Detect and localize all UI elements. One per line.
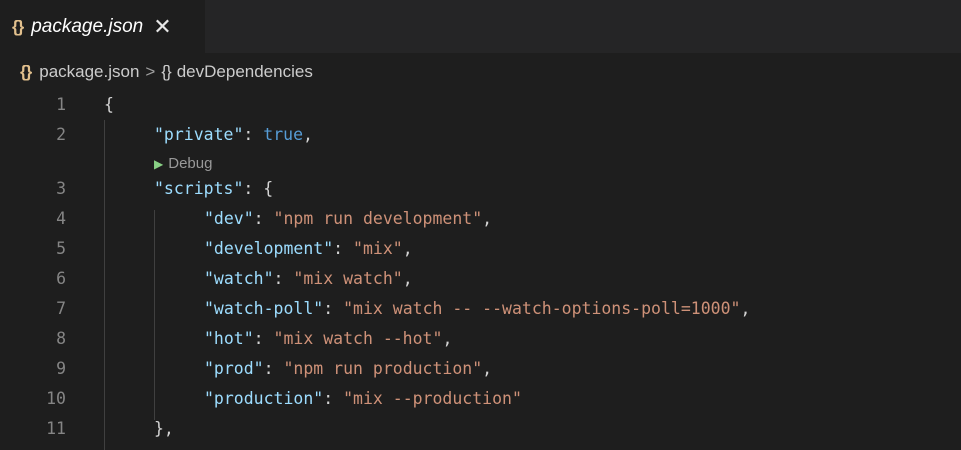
code-token: "mix watch --hot" (273, 329, 443, 348)
code-token: "production" (204, 389, 324, 408)
code-token: "watch" (204, 269, 274, 288)
line-number: 5 (56, 239, 66, 258)
code-token: : (333, 239, 354, 258)
code-line: 5 "development": "mix", (0, 234, 961, 264)
code-token: , (740, 299, 751, 318)
code-token: , (402, 269, 413, 288)
breadcrumb: {} package.json > {} devDependencies (0, 53, 961, 91)
code-token: { (104, 95, 114, 114)
breadcrumb-file[interactable]: package.json (39, 62, 139, 82)
code-token: "mix watch -- --watch-options-poll=1000" (343, 299, 741, 318)
code-token: , (442, 329, 453, 348)
code-text: "private": true, (154, 120, 313, 150)
code-text: "production": "mix --production" (204, 384, 522, 414)
code-token: "prod" (204, 359, 264, 378)
code-token: "npm run development" (273, 209, 483, 228)
code-line: 10 "production": "mix --production" (0, 384, 961, 414)
line-number: 10 (46, 389, 66, 408)
code-line: 6 "watch": "mix watch", (0, 264, 961, 294)
close-icon[interactable]: ✕ (153, 14, 171, 40)
code-text: "hot": "mix watch --hot", (204, 324, 452, 354)
code-line: 7 "watch-poll": "mix watch -- --watch-opt… (0, 294, 961, 324)
code-text: "watch-poll": "mix watch -- --watch-opti… (204, 294, 750, 324)
code-line: 1{ (0, 90, 961, 120)
tab-package-json[interactable]: {} package.json ✕ (0, 0, 205, 53)
code-line: 3 "scripts": { (0, 174, 961, 204)
code-text: "scripts": { (154, 174, 273, 204)
codelens-label: Debug (168, 155, 213, 172)
code-token: "npm run production" (283, 359, 483, 378)
tab-title: package.json (31, 15, 144, 37)
code-token: "private" (154, 125, 244, 144)
code-token: , (482, 209, 493, 228)
object-symbol-icon: {} (161, 62, 171, 81)
line-number: 6 (56, 269, 66, 288)
code-token: true (263, 125, 304, 144)
code-token: "dev" (204, 209, 254, 228)
line-number: 3 (56, 179, 66, 198)
code-token: : (323, 389, 344, 408)
code-token: : (263, 359, 284, 378)
code-token: "mix" (353, 239, 403, 258)
line-number: 9 (56, 359, 66, 378)
debug-codelens[interactable]: ▶ Debug (154, 153, 212, 175)
code-token: "watch-poll" (204, 299, 324, 318)
code-token: , (402, 239, 413, 258)
play-icon: ▶ (154, 157, 164, 171)
code-token: : (273, 269, 294, 288)
code-token: "development" (204, 239, 334, 258)
code-token: "mix watch" (293, 269, 403, 288)
line-number: 1 (56, 95, 66, 114)
code-token: : (243, 125, 264, 144)
tab-bar: {} package.json ✕ (0, 0, 961, 53)
line-number: 8 (56, 329, 66, 348)
code-line: 4 "dev": "npm run development", (0, 204, 961, 234)
code-token: "hot" (204, 329, 254, 348)
breadcrumb-symbol[interactable]: devDependencies (177, 62, 313, 82)
code-text: "watch": "mix watch", (204, 264, 413, 294)
json-file-icon: {} (20, 62, 32, 81)
code-text: "dev": "npm run development", (204, 204, 492, 234)
code-line: 9 "prod": "npm run production", (0, 354, 961, 384)
line-number: 7 (56, 299, 66, 318)
code-token: }, (154, 419, 174, 438)
code-token: : { (243, 179, 274, 198)
line-number: 2 (56, 125, 66, 144)
code-text: }, (154, 414, 174, 444)
code-token: "scripts" (154, 179, 244, 198)
line-number: 11 (46, 419, 66, 438)
code-token: , (303, 125, 313, 144)
code-line: 11}, (0, 414, 961, 444)
breadcrumb-separator: > (145, 62, 156, 81)
code-editor[interactable]: 1{2 "private": true, 3 "scripts": {4 "dev": … (0, 90, 961, 450)
code-line: 2 "private": true, (0, 120, 961, 150)
code-token: : (323, 299, 344, 318)
code-token: : (253, 329, 274, 348)
code-line: 8 "hot": "mix watch --hot", (0, 324, 961, 354)
line-number: 4 (56, 209, 66, 228)
code-token: : (253, 209, 274, 228)
json-file-icon: {} (12, 16, 24, 36)
code-text: "development": "mix", (204, 234, 413, 264)
code-text: { (104, 90, 114, 120)
code-token: , (482, 359, 493, 378)
code-token: "mix --production" (343, 389, 522, 408)
code-text: "prod": "npm run production", (204, 354, 492, 384)
